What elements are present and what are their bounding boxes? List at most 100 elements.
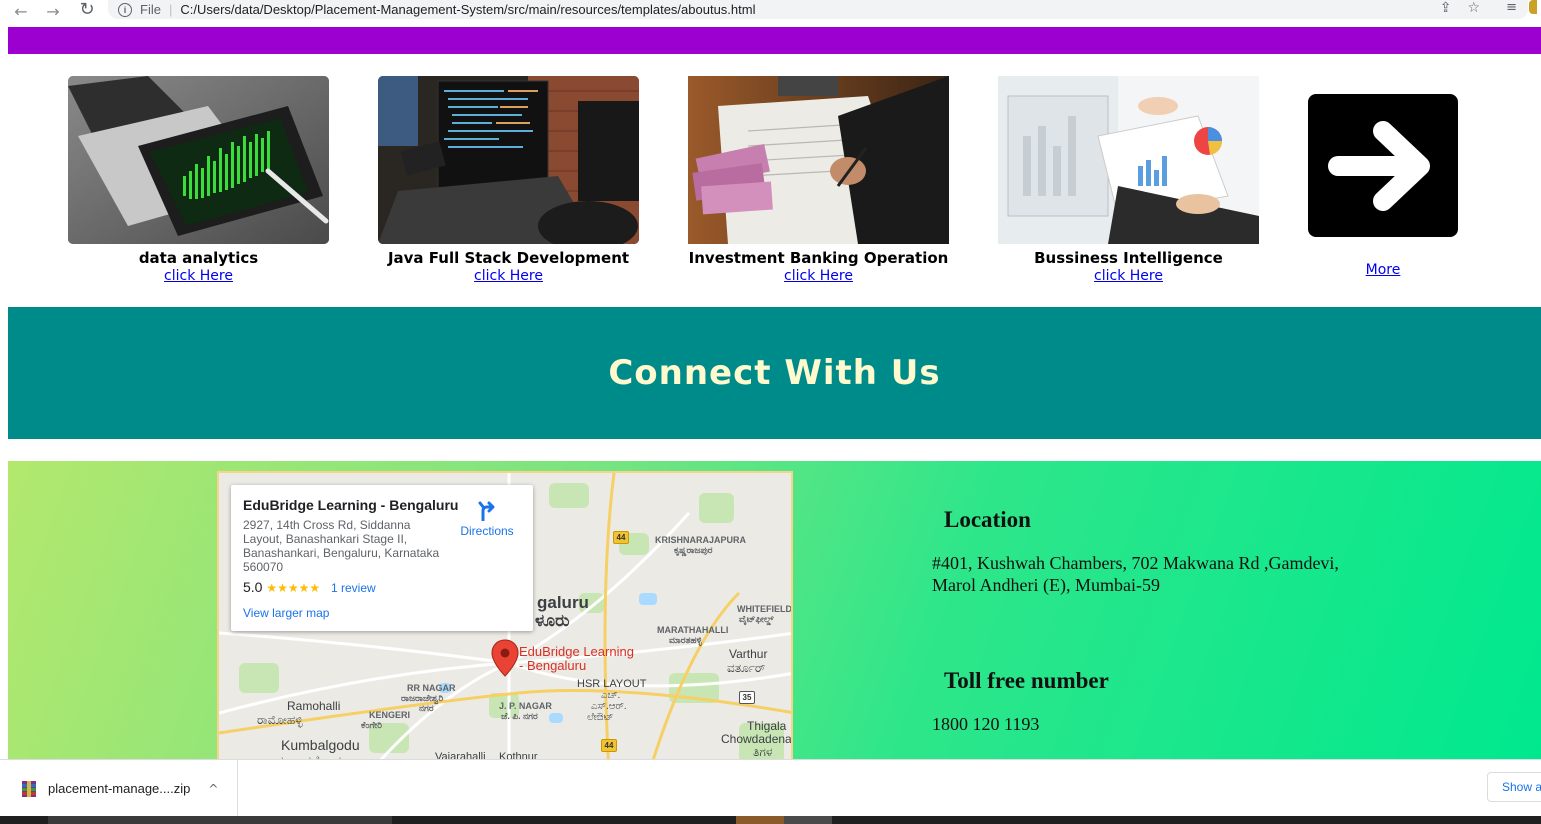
- map-label-thigala: Thigala: [747, 719, 787, 733]
- map-label-jpnagar: J. P. NAGAR: [499, 701, 552, 711]
- place-address: 2927, 14th Cross Rd, Siddanna Layout, Ba…: [243, 518, 440, 574]
- map-pin-label: EduBridge Learning - Bengaluru: [519, 644, 634, 673]
- forward-button[interactable]: →: [42, 0, 64, 22]
- address-bar[interactable]: i File | C:/Users/data/Desktop/Placement…: [108, 0, 1528, 19]
- omnibox-divider: |: [168, 2, 173, 17]
- site-info-icon[interactable]: i: [118, 2, 132, 17]
- omnibox-actions: ⇪ ☆: [1440, 0, 1480, 16]
- map-label-varthur: Varthur: [729, 647, 768, 661]
- chevron-up-icon[interactable]: ^: [208, 782, 218, 796]
- business-charts-image: [998, 76, 1259, 244]
- map-label-ramohalli: Ramohalli: [287, 699, 341, 713]
- tollfree-number-block: 1800 120 1193: [932, 713, 1039, 735]
- more-link[interactable]: More: [1308, 262, 1458, 278]
- developer-laptop-image: [378, 76, 639, 244]
- courses-section: data analytics click Here Java Full Stac…: [8, 54, 1541, 307]
- course-image-investment-banking: [688, 76, 949, 244]
- more-courses: More: [1308, 94, 1458, 278]
- location-block: Location: [944, 507, 1031, 533]
- map-label-rrnagar-kn2: ನಗರ: [419, 703, 434, 713]
- course-title: Java Full Stack Development: [387, 249, 630, 267]
- laptop-tablet-image: [68, 76, 329, 244]
- map-pin-icon[interactable]: [491, 639, 519, 677]
- map-label-marathahalli-kn: ಮಾರತಹಳ್ಳಿ: [669, 635, 702, 645]
- course-card-business-intelligence: Bussiness Intelligence click Here: [998, 76, 1259, 284]
- connect-banner: Connect With Us: [8, 307, 1541, 439]
- reload-button[interactable]: ↻: [76, 0, 98, 20]
- map-label-hsr: HSR LAYOUT: [577, 678, 647, 690]
- place-info-card: EduBridge Learning - Bengaluru 2927, 14t…: [231, 485, 533, 631]
- course-card-data-analytics: data analytics click Here: [68, 76, 329, 284]
- map-label-marathahalli: MARATHAHALLI: [657, 625, 729, 635]
- view-larger-map-link[interactable]: View larger map: [243, 606, 329, 620]
- contact-section: KRISHNARAJAPURA ಕೃಷ್ಣರಾಜಪುರ WHITEFIELD ವ…: [8, 461, 1541, 761]
- google-map-embed[interactable]: KRISHNARAJAPURA ಕೃಷ್ಣರಾಜಪುರ WHITEFIELD ವ…: [217, 471, 793, 761]
- reading-list-icon[interactable]: ≡: [1506, 0, 1517, 15]
- map-label-kengeri-kn: ಕೆಂಗೇರಿ: [361, 720, 382, 730]
- scheme-label: File: [140, 2, 161, 17]
- place-rating: 5.0 ★★★★★: [243, 579, 321, 595]
- bookmark-star-icon[interactable]: ☆: [1467, 0, 1480, 16]
- taskbar-search[interactable]: [48, 816, 392, 824]
- course-link-data-analytics[interactable]: click Here: [68, 268, 329, 284]
- map-label-kengeri: KENGERI: [369, 710, 411, 720]
- map-label-whitefield-kn: ವೈಟ್‌ಫೀಲ್ಡ್: [739, 614, 774, 624]
- header-bar: [8, 27, 1541, 54]
- map-label-kumbalgodu: Kumbalgodu: [281, 737, 360, 753]
- course-image-java-full-stack: [378, 76, 639, 244]
- download-item[interactable]: placement-manage....zip ^: [0, 760, 238, 817]
- map-label-ramohalli-kn: ರಾಮೋಹಳ್ಳಿ: [257, 713, 303, 727]
- back-button[interactable]: ←: [10, 0, 32, 22]
- map-label-city-kn: ಳೂರು: [535, 611, 570, 630]
- course-card-investment-banking: Investment Banking Operation click Here: [688, 76, 949, 284]
- url-text[interactable]: C:/Users/data/Desktop/Placement-Manageme…: [180, 2, 755, 17]
- map-label-jpnagar-kn: ಜೆ. ಪಿ. ನಗರ: [501, 711, 538, 721]
- share-icon[interactable]: ⇪: [1440, 0, 1452, 16]
- directions-icon: [478, 501, 495, 522]
- map-label-hsr-kn3: ಲೇಔಟ್: [587, 712, 614, 723]
- taskbar-app[interactable]: [784, 816, 832, 824]
- map-label-hsr-kn: ಎಚ್.: [601, 690, 621, 701]
- tollfree-heading: Toll free number: [944, 668, 1109, 693]
- course-image-business-intelligence: [998, 76, 1259, 244]
- profile-icon[interactable]: [1529, 0, 1537, 14]
- location-line-1: #401, Kushwah Chambers, 702 Makwana Rd ,…: [932, 553, 1339, 573]
- map-label-rrnagar: RR NAGAR: [407, 683, 456, 693]
- extensions-area: ≡: [1506, 0, 1537, 15]
- map-label-city: galuru: [537, 593, 589, 612]
- course-title: Investment Banking Operation: [688, 249, 949, 267]
- map-label-whitefield: WHITEFIELD: [737, 604, 792, 614]
- reviews-link[interactable]: 1 review: [331, 581, 376, 595]
- course-image-data-analytics: [68, 76, 329, 244]
- map-label-hsr-kn2: ಎಸ್.ಆರ್.: [591, 701, 627, 712]
- map-label-chowdadena: Chowdadena: [721, 732, 792, 746]
- show-all-button[interactable]: Show all: [1487, 772, 1541, 802]
- map-label-krishnarajapura: KRISHNARAJAPURA: [655, 535, 747, 545]
- place-name: EduBridge Learning - Bengaluru: [243, 497, 459, 513]
- directions-button[interactable]: Directions: [457, 499, 517, 538]
- tollfree-block: Toll free number: [944, 668, 1109, 694]
- course-link-investment-banking[interactable]: click Here: [688, 268, 949, 284]
- map-label-krishnarajapura-kn: ಕೃಷ್ಣರಾಜಪುರ: [674, 545, 713, 555]
- connect-title: Connect With Us: [608, 353, 941, 393]
- location-line-2: Marol Andheri (E), Mumbai-59: [932, 575, 1160, 595]
- directions-label: Directions: [460, 524, 514, 538]
- highway-shield-35: 35: [739, 691, 755, 704]
- os-taskbar: [0, 816, 1541, 824]
- location-heading: Location: [944, 507, 1031, 532]
- taskbar-app[interactable]: [736, 816, 784, 824]
- arrow-right-icon[interactable]: [1308, 94, 1458, 237]
- location-address: #401, Kushwah Chambers, 702 Makwana Rd ,…: [932, 552, 1339, 596]
- course-title: Bussiness Intelligence: [1034, 249, 1223, 267]
- course-link-business-intelligence[interactable]: click Here: [998, 268, 1259, 284]
- course-title: data analytics: [138, 249, 259, 267]
- course-card-java-full-stack: Java Full Stack Development click Here: [378, 76, 639, 284]
- highway-shield-44: 44: [601, 739, 617, 752]
- map-label-chowdadena-kn: ತಿಗಳ: [753, 745, 773, 759]
- banking-money-image: [688, 76, 949, 244]
- zip-file-icon: [22, 780, 36, 797]
- rating-stars-icon: ★★★★★: [266, 581, 321, 595]
- tollfree-number: 1800 120 1193: [932, 714, 1040, 734]
- course-link-java-full-stack[interactable]: click Here: [378, 268, 639, 284]
- download-bar: placement-manage....zip ^ Show all: [0, 759, 1541, 817]
